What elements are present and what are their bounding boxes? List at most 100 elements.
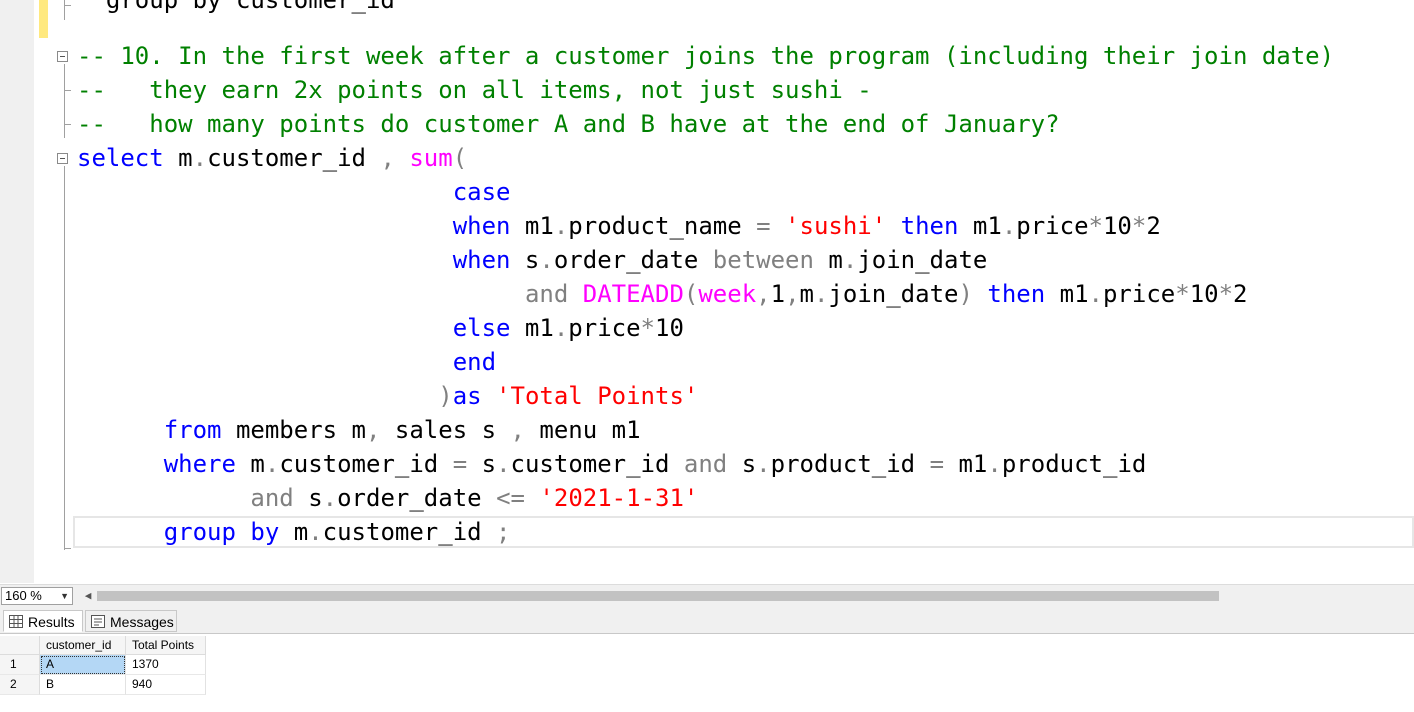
- zoom-select[interactable]: 160 % ▼: [1, 587, 73, 605]
- line-gutter: [0, 0, 34, 583]
- code-token: product_id: [770, 450, 930, 478]
- code-token: 10: [655, 314, 684, 342]
- code-token: join_date: [857, 246, 988, 274]
- code-token: price: [568, 314, 641, 342]
- tab-messages[interactable]: Messages: [85, 610, 177, 632]
- chevron-down-icon: ▼: [60, 591, 69, 601]
- code-token: .: [813, 280, 829, 308]
- zoom-value: 160 %: [5, 588, 42, 603]
- code-token: end: [452, 348, 497, 376]
- code-token: (: [683, 280, 699, 308]
- code-line: -- how many points do customer A and B h…: [77, 107, 1334, 141]
- code-token: price: [1016, 212, 1089, 240]
- collapse-select-icon[interactable]: [57, 153, 68, 164]
- code-token: customer_id: [322, 518, 497, 546]
- code-token: m: [163, 144, 193, 172]
- collapse-comment-icon[interactable]: [57, 51, 68, 62]
- code-token: s: [510, 246, 540, 274]
- code-token: between: [712, 246, 814, 274]
- column-header-total-points[interactable]: Total Points: [126, 636, 206, 655]
- code-token: customer_id: [207, 144, 381, 172]
- code-token: .: [1001, 212, 1017, 240]
- outline-tick: [64, 5, 71, 6]
- code-token: .: [539, 246, 554, 274]
- code-token: from: [163, 416, 222, 444]
- horizontal-scrollbar-thumb[interactable]: [97, 591, 1219, 601]
- code-token: m1: [510, 314, 554, 342]
- code-token: week: [698, 280, 757, 308]
- code-token: ): [438, 382, 453, 410]
- query-editor[interactable]: group by customer_id -- 10. In the first…: [0, 0, 1414, 583]
- code-token: 1: [770, 280, 786, 308]
- table-cell-total-points[interactable]: 1370: [126, 655, 206, 675]
- code-token: -- they earn 2x points on all items, not…: [77, 76, 872, 104]
- code-token: and: [524, 280, 569, 308]
- code-token: m: [813, 246, 843, 274]
- code-token: *: [1088, 212, 1103, 240]
- code-token: -- how many points do customer A and B h…: [77, 110, 1060, 138]
- code-token: 10: [1102, 212, 1132, 240]
- outline-line: [64, 64, 65, 138]
- code-line: group by m.customer_id ;: [77, 515, 1334, 549]
- scroll-left-icon[interactable]: ◀: [80, 587, 96, 605]
- code-token: DATEADD: [582, 280, 684, 308]
- code-token: .: [987, 450, 1002, 478]
- code-token: .: [842, 246, 858, 274]
- code-token: when: [452, 212, 511, 240]
- code-token: m1: [1045, 280, 1089, 308]
- code-token: 'Total Points': [496, 382, 699, 410]
- code-token: order_date: [337, 484, 497, 512]
- grid-corner[interactable]: [0, 636, 40, 655]
- code-line: select m.customer_id , sum(: [77, 141, 1334, 175]
- code-token: product_id: [1001, 450, 1147, 478]
- code-token: as: [452, 382, 482, 410]
- code-token: .: [756, 450, 771, 478]
- table-cell-customer-id[interactable]: B: [40, 675, 126, 695]
- code-token: .: [553, 212, 569, 240]
- code-token: then: [900, 212, 959, 240]
- code-line: -- 10. In the first week after a custome…: [77, 39, 1334, 73]
- code-token: .: [322, 484, 338, 512]
- code-token: 10: [1189, 280, 1219, 308]
- code-token: group by: [163, 518, 280, 546]
- code-token: *: [1175, 280, 1190, 308]
- column-header-customer-id[interactable]: customer_id: [40, 636, 126, 655]
- row-number[interactable]: 2: [0, 675, 40, 695]
- code-token: -- 10. In the first week after a custome…: [77, 42, 1335, 70]
- code-token: =: [452, 450, 468, 478]
- code-token: <=: [496, 484, 525, 512]
- code-token: m1: [958, 212, 1002, 240]
- code-line: end: [77, 345, 1334, 379]
- outline-tick: [64, 124, 71, 125]
- code-token: m: [799, 280, 814, 308]
- code-token: .: [496, 450, 511, 478]
- table-cell-total-points[interactable]: 940: [126, 675, 206, 695]
- code-token: when: [452, 246, 511, 274]
- code-token: menu m1: [524, 416, 641, 444]
- editor-status-bar: 160 % ▼ ◀: [0, 584, 1414, 607]
- row-number[interactable]: 1: [0, 655, 40, 675]
- code-token: 2: [1146, 212, 1161, 240]
- code-line: and DATEADD(week,1,m.join_date) then m1.…: [77, 277, 1334, 311]
- code-token: ,: [785, 280, 800, 308]
- code-text[interactable]: -- 10. In the first week after a custome…: [77, 39, 1334, 549]
- tab-results[interactable]: Results: [3, 610, 83, 632]
- code-token: members m: [221, 416, 366, 444]
- code-token: s: [293, 484, 323, 512]
- table-cell-customer-id[interactable]: A: [40, 655, 126, 675]
- code-token: (: [452, 144, 468, 172]
